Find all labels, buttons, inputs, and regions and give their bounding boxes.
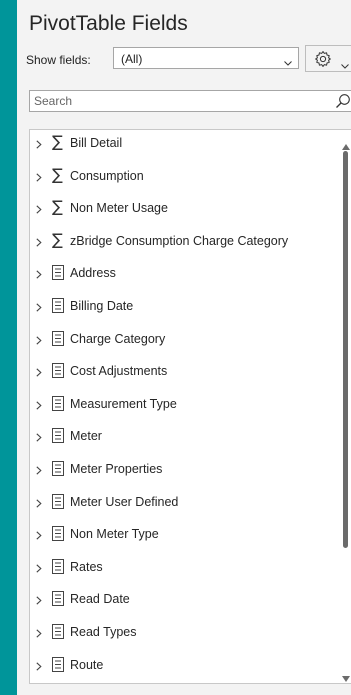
- field-label: Meter User Defined: [70, 494, 179, 509]
- table-icon: [52, 656, 64, 675]
- sigma-icon: ∑: [52, 164, 63, 184]
- field-label: Non Meter Usage: [70, 201, 168, 216]
- table-icon: [52, 363, 64, 381]
- field-label: Bill Detail: [70, 136, 123, 150]
- chevron-down-icon: [284, 55, 292, 69]
- pane-title: PivotTable Fields: [29, 12, 188, 35]
- expand-chevron-icon[interactable]: [36, 366, 42, 380]
- field-label: Route: [70, 657, 104, 672]
- expand-chevron-icon[interactable]: [36, 464, 42, 478]
- chevron-down-icon: [341, 56, 349, 74]
- table-icon: [52, 395, 64, 414]
- table-icon: [52, 265, 64, 283]
- field-item[interactable]: Read Types: [30, 622, 340, 642]
- field-item[interactable]: ∑ Bill Detail: [30, 133, 340, 153]
- field-item[interactable]: Charge Category: [30, 329, 340, 349]
- show-fields-dropdown[interactable]: (All): [113, 47, 299, 69]
- field-item[interactable]: Meter Properties: [30, 459, 340, 479]
- table-icon: [52, 461, 64, 479]
- expand-chevron-icon[interactable]: [36, 660, 42, 674]
- field-item[interactable]: ∑ Non Meter Usage: [30, 198, 340, 218]
- expand-chevron-icon[interactable]: [36, 171, 42, 185]
- expand-chevron-icon[interactable]: [36, 594, 42, 608]
- field-item[interactable]: Meter: [30, 426, 340, 446]
- field-item[interactable]: Route: [30, 655, 340, 675]
- field-label: Meter Properties: [70, 462, 163, 476]
- pivottable-fields-pane: PivotTable Fields Show fields: (All) Sea…: [17, 0, 351, 695]
- table-icon: [52, 493, 64, 512]
- table-icon: [52, 591, 64, 609]
- field-label: Charge Category: [70, 331, 166, 346]
- field-label: Read Date: [70, 592, 130, 607]
- expand-chevron-icon[interactable]: [36, 301, 42, 315]
- expand-chevron-icon[interactable]: [36, 399, 42, 413]
- expand-chevron-icon[interactable]: [36, 431, 42, 445]
- gear-icon: [314, 50, 332, 73]
- sigma-icon: ∑: [52, 197, 63, 217]
- field-list[interactable]: ∑ Bill Detail ∑ Consumption ∑ Non Meter Usage…: [29, 129, 351, 684]
- field-label: Meter: [70, 429, 102, 444]
- scroll-thumb[interactable]: [343, 151, 348, 548]
- field-label: zBridge Consumption Charge Category: [70, 233, 289, 248]
- field-item[interactable]: Non Meter Type: [30, 524, 340, 544]
- expand-chevron-icon[interactable]: [36, 138, 42, 152]
- field-item[interactable]: ∑ zBridge Consumption Charge Category: [30, 229, 340, 251]
- expand-chevron-icon[interactable]: [36, 529, 42, 543]
- field-item[interactable]: Billing Date: [30, 296, 340, 316]
- table-icon: [52, 526, 64, 544]
- expand-chevron-icon[interactable]: [36, 497, 42, 511]
- search-icon: [335, 93, 351, 114]
- field-item[interactable]: ∑ Consumption: [30, 164, 340, 186]
- sigma-icon: ∑: [52, 132, 63, 151]
- field-label: Measurement Type: [70, 396, 177, 411]
- field-item[interactable]: Cost Adjustments: [30, 361, 340, 381]
- show-fields-value: (All): [121, 52, 143, 66]
- search-box[interactable]: [29, 90, 351, 112]
- table-icon: [52, 330, 64, 349]
- field-list-scrollbar[interactable]: [339, 131, 351, 682]
- expand-chevron-icon[interactable]: [36, 562, 42, 576]
- scroll-down-arrow-icon[interactable]: [342, 669, 350, 683]
- field-item[interactable]: Measurement Type: [30, 394, 340, 414]
- table-icon: [52, 298, 64, 316]
- field-label: Non Meter Type: [70, 527, 159, 542]
- search-input[interactable]: [34, 93, 324, 109]
- field-settings-button[interactable]: [305, 45, 351, 72]
- field-item[interactable]: Rates: [30, 557, 340, 577]
- field-item[interactable]: Read Date: [30, 589, 340, 609]
- expand-chevron-icon[interactable]: [36, 268, 42, 282]
- field-item[interactable]: Meter User Defined: [30, 492, 340, 512]
- field-item[interactable]: Address: [30, 263, 340, 283]
- sigma-icon: ∑: [52, 229, 63, 249]
- show-fields-label: Show fields:: [26, 53, 91, 67]
- expand-chevron-icon[interactable]: [36, 236, 42, 250]
- table-icon: [52, 428, 64, 446]
- table-icon: [52, 624, 64, 642]
- field-label: Rates: [70, 559, 103, 574]
- expand-chevron-icon[interactable]: [36, 334, 42, 348]
- expand-chevron-icon[interactable]: [36, 627, 42, 641]
- table-icon: [52, 558, 64, 577]
- expand-chevron-icon[interactable]: [36, 203, 42, 217]
- field-label: Address: [70, 266, 116, 281]
- field-label: Read Types: [70, 625, 137, 639]
- field-label: Billing Date: [70, 299, 134, 313]
- field-label: Cost Adjustments: [70, 364, 168, 379]
- field-label: Consumption: [70, 168, 144, 183]
